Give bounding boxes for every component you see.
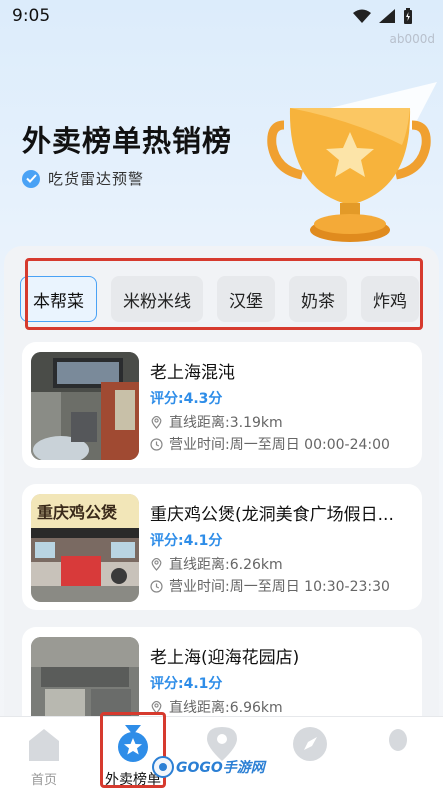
distance-text: 直线距离:6.96km	[169, 700, 283, 716]
hero-subtitle-text: 吃货雷达预警	[48, 170, 145, 188]
category-tabs: 本帮菜 米粉米线 汉堡 奶茶 炸鸡	[20, 276, 443, 322]
nav-user[interactable]	[358, 725, 438, 767]
trophy-icon	[267, 82, 437, 242]
home-icon	[29, 729, 59, 761]
restaurant-photo	[31, 352, 139, 460]
watermark-logo-icon	[152, 756, 174, 778]
restaurant-distance: 直线距离:3.19km	[150, 412, 283, 432]
clock-icon	[150, 437, 163, 451]
restaurant-name: 老上海混沌	[150, 363, 235, 383]
hero-subtitle: 吃货雷达预警	[22, 168, 144, 189]
hours-text: 营业时间:周一至周日 10:30-23:30	[169, 579, 390, 595]
restaurant-rating: 评分:4.3分	[150, 391, 223, 407]
restaurant-distance: 直线距离:6.96km	[150, 697, 283, 717]
watermark-text: GOGO手游网	[176, 760, 265, 776]
medal-icon	[118, 725, 148, 762]
tab-zhaji[interactable]: 炸鸡	[361, 276, 419, 322]
restaurant-distance: 直线距离:6.26km	[150, 554, 283, 574]
tab-benbangcai[interactable]: 本帮菜	[20, 276, 97, 322]
tab-mifen-mixian[interactable]: 米粉米线	[111, 276, 203, 322]
check-icon	[22, 169, 40, 188]
restaurant-card[interactable]: 老上海混沌 评分:4.3分 直线距离:3.19km 营业时间:周一至周日 00:…	[22, 342, 422, 468]
nav-home-label: 首页	[30, 773, 57, 788]
nav-compass[interactable]	[270, 725, 350, 767]
restaurant-hours: 营业时间:周一至周日 00:00-24:00	[150, 434, 390, 454]
location-pin-icon	[151, 415, 162, 429]
location-pin-icon	[151, 557, 162, 571]
status-bar: 9:05	[0, 0, 443, 30]
restaurant-name: 重庆鸡公煲(龙洞美食广场假日...	[150, 505, 394, 525]
restaurant-rating: 评分:4.1分	[150, 533, 223, 549]
restaurant-name: 老上海(迎海花园店)	[150, 648, 300, 668]
page-title: 外卖榜单热销榜	[22, 124, 233, 158]
hours-text: 营业时间:周一至周日 00:00-24:00	[169, 437, 390, 453]
shop-sign-text: 重庆鸡公煲	[37, 503, 118, 522]
restaurant-rating: 评分:4.1分	[150, 676, 223, 692]
watermark: GOGO手游网	[152, 756, 265, 778]
nav-home[interactable]: 首页	[4, 725, 84, 788]
wifi-icon	[353, 9, 371, 23]
status-icons	[353, 8, 413, 24]
user-icon	[389, 729, 407, 751]
battery-icon	[404, 8, 412, 24]
restaurant-photo: 重庆鸡公煲	[31, 494, 139, 602]
distance-text: 直线距离:3.19km	[169, 415, 283, 431]
tab-naicha[interactable]: 奶茶	[289, 276, 347, 322]
status-time: 9:05	[12, 6, 51, 26]
clock-icon	[150, 579, 163, 593]
tab-hanbao[interactable]: 汉堡	[217, 276, 275, 322]
distance-text: 直线距离:6.26km	[169, 557, 283, 573]
restaurant-hours: 营业时间:周一至周日 10:30-23:30	[150, 576, 390, 596]
device-id: ab000d	[389, 32, 436, 46]
location-pin-icon	[151, 700, 162, 714]
signal-icon	[379, 9, 395, 23]
restaurant-card[interactable]: 重庆鸡公煲 重庆鸡公煲(龙洞美食广场假日... 评分:4.1分 直线距离:6.2…	[22, 484, 422, 610]
compass-icon	[293, 727, 327, 761]
